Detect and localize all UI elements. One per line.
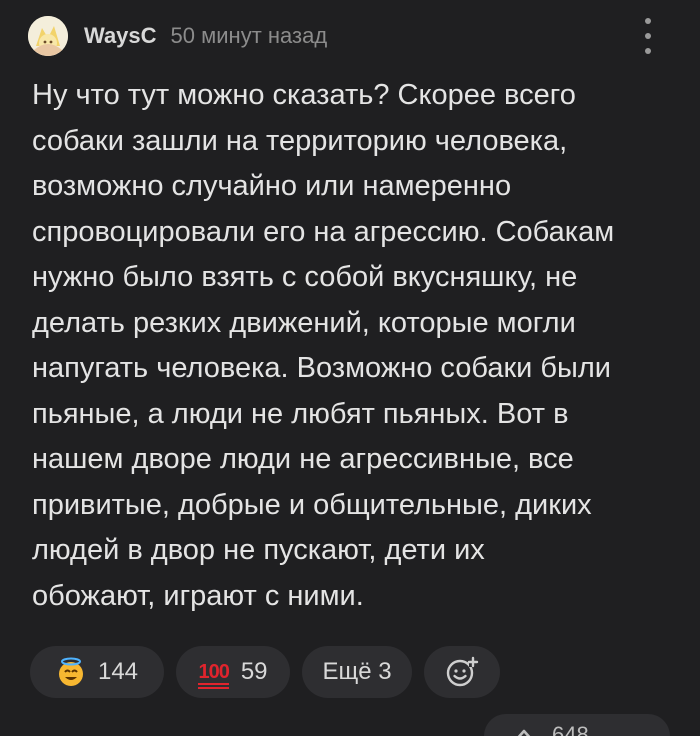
comment: WaysC 50 минут назад Ну что тут можно ск… [0, 0, 700, 736]
upvote-icon[interactable] [514, 728, 534, 736]
vote-bar: 648 [484, 714, 670, 736]
smiling-face-with-halo-icon [56, 657, 86, 687]
more-options-dot [645, 33, 651, 39]
comment-header: WaysC 50 минут назад [28, 16, 327, 56]
more-reactions-button[interactable]: Ещё 3 [302, 646, 412, 698]
vote-count: 648 [552, 722, 589, 736]
reaction-hundred-button[interactable]: 100 59 [176, 646, 290, 698]
add-reaction-button[interactable] [424, 646, 500, 698]
more-options-dot [645, 48, 651, 54]
reactions-bar: 144 100 59 Ещё 3 [30, 646, 500, 698]
username[interactable]: WaysC [84, 23, 157, 49]
hundred-points-icon: 100 [198, 661, 230, 685]
reaction-halo-button[interactable]: 144 [30, 646, 164, 698]
more-options-icon[interactable] [636, 18, 660, 54]
add-emoji-icon [446, 656, 479, 687]
avatar-icon [28, 16, 68, 56]
more-options-dot [645, 18, 651, 24]
comment-text: Ну что тут можно сказать? Скорее всего с… [32, 79, 615, 612]
avatar[interactable] [28, 16, 68, 56]
comment-timestamp: 50 минут назад [170, 23, 328, 48]
reaction-count: 59 [240, 658, 268, 685]
reaction-count: 144 [97, 658, 139, 685]
